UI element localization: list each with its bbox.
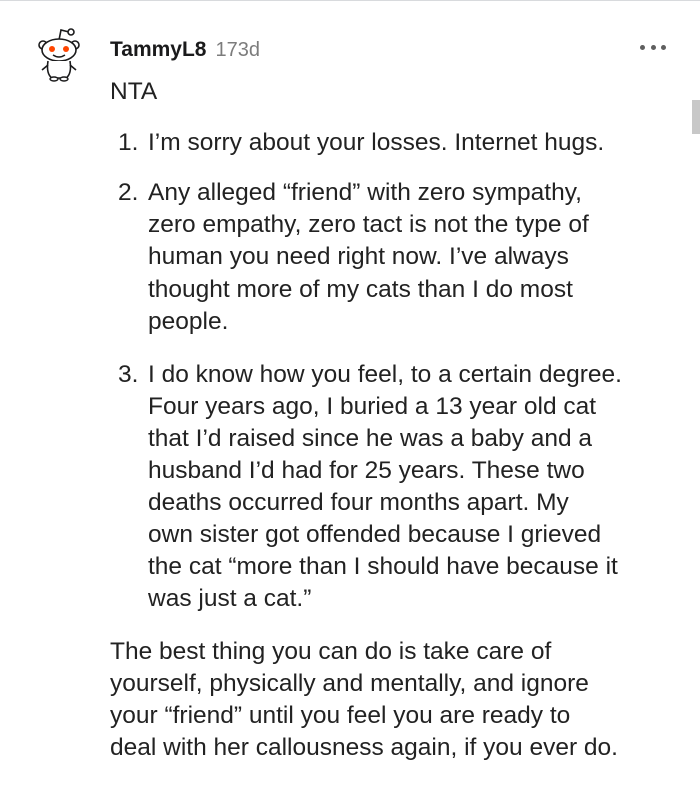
comment-timestamp[interactable]: 173d: [215, 39, 260, 62]
more-options-dot: [640, 44, 645, 50]
reddit-snoo-icon[interactable]: [34, 24, 84, 82]
list-item-line: zero empathy, zero tact is not the type …: [148, 211, 589, 238]
username-link[interactable]: TammyL8: [110, 38, 206, 62]
list-item-line: I do know how you feel, to a certain deg…: [148, 361, 622, 388]
list-item-line: Any alleged “friend” with zero sympathy,: [148, 179, 582, 206]
list-item-line: people.: [148, 308, 229, 335]
closing-line: yourself, physically and mentally, and i…: [110, 670, 589, 697]
list-item-line: the cat “more than I should have because…: [148, 553, 618, 580]
list-item-number: 1.: [118, 129, 139, 156]
scrollbar-thumb[interactable]: [692, 100, 700, 134]
list-item-line: that I’d raised since he was a baby and …: [148, 425, 593, 452]
list-item-line: I’m sorry about your losses. Internet hu…: [148, 129, 605, 156]
list-item-line: Four years ago, I buried a 13 year old c…: [148, 393, 597, 420]
list-item-number: 3.: [118, 361, 139, 388]
list-item-number: 2.: [118, 179, 139, 206]
closing-line: your “friend” until you feel you are rea…: [110, 702, 571, 729]
comment-verdict: NTA: [110, 78, 158, 105]
closing-line: The best thing you can do is take care o…: [110, 638, 552, 665]
top-divider: [0, 0, 700, 1]
list-item-line: human you need right now. I’ve always: [148, 243, 569, 270]
comment-header: TammyL8 173d: [110, 36, 260, 64]
list-item-line: was just a cat.”: [148, 585, 312, 612]
more-options-dot: [661, 44, 666, 50]
list-item-line: deaths occurred four months apart. My: [148, 489, 569, 516]
more-options-dot: [650, 44, 656, 50]
list-item-line: thought more of my cats than I do most: [148, 276, 573, 303]
more-options-icon[interactable]: [640, 40, 666, 54]
closing-line: deal with her callousness again, if you …: [110, 734, 618, 761]
list-item-line: husband I’d had for 25 years. These two: [148, 457, 585, 484]
list-item-line: own sister got offended because I grieve…: [148, 521, 602, 548]
